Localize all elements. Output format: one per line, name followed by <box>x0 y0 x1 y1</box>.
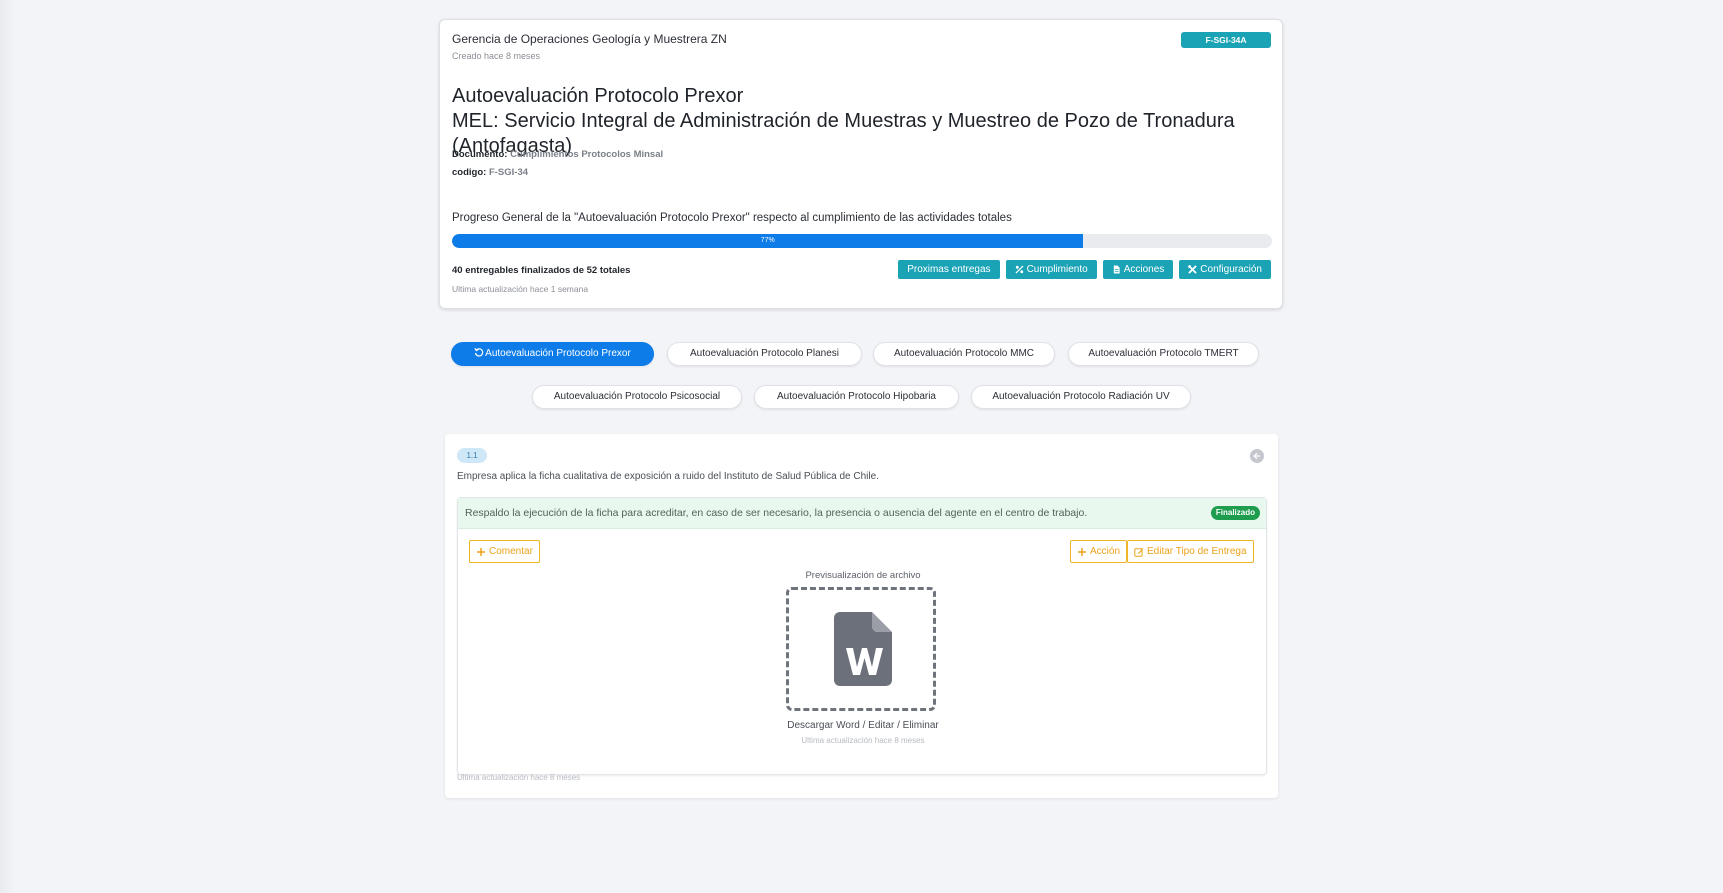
preview-label: Previsualización de archivo <box>805 570 921 581</box>
deliverable-header: Respaldo la ejecución de la ficha para a… <box>458 498 1266 529</box>
cumplimiento-label: Cumplimiento <box>1026 264 1088 275</box>
comment-label: Comentar <box>489 546 533 557</box>
configuracion-label: Configuración <box>1200 264 1262 275</box>
code-badge: F-SGI-34A <box>1181 32 1271 48</box>
tab-hipobaria[interactable]: Autoevaluación Protocolo Hipobaria <box>754 385 959 409</box>
tab-label: Autoevaluación Protocolo Prexor <box>485 348 631 359</box>
item-last-updated: Ultima actualización hace 8 meses <box>457 773 581 782</box>
deliverable-item-card: 1.1 Empresa aplica la ficha cualitativa … <box>445 434 1278 798</box>
title-line-1: Autoevaluación Protocolo Prexor <box>452 85 744 107</box>
edit-delivery-type-button[interactable]: Editar Tipo de Entrega <box>1127 540 1254 563</box>
org-name: Gerencia de Operaciones Geología y Muest… <box>452 32 727 46</box>
tab-mmc[interactable]: Autoevaluación Protocolo MMC <box>873 342 1055 366</box>
codigo-line: codigo: F-SGI-34 <box>452 167 528 178</box>
action-label: Acción <box>1090 546 1121 557</box>
progress-bar: 77% <box>452 234 1272 248</box>
plus-icon <box>1078 547 1086 556</box>
tab-label: Autoevaluación Protocolo Hipobaria <box>777 391 936 402</box>
tab-label: Autoevaluación Protocolo Planesi <box>690 348 839 359</box>
acciones-label: Acciones <box>1123 264 1165 275</box>
documento-line: Documento: Cumplimientos Protocolos Mins… <box>452 149 663 160</box>
item-number-badge: 1.1 <box>457 448 487 463</box>
back-button[interactable] <box>1250 449 1264 463</box>
word-file-icon <box>834 612 892 686</box>
comment-button[interactable]: Comentar <box>469 540 540 563</box>
edit-icon <box>1134 547 1144 557</box>
proximas-entregas-button[interactable]: Proximas entregas <box>898 260 1000 279</box>
download-edit-delete-link[interactable]: Descargar Word / Editar / Eliminar <box>458 720 1268 731</box>
file-icon <box>1113 265 1120 274</box>
plus-icon <box>477 547 485 556</box>
tab-label: Autoevaluación Protocolo MMC <box>893 348 1035 359</box>
status-badge: Finalizado <box>1210 506 1260 520</box>
deliverables-count: 40 entregables finalizados de 52 totales <box>452 265 631 276</box>
protocol-header-card: Gerencia de Operaciones Geología y Muest… <box>439 19 1283 309</box>
created-time: Creado hace 8 meses <box>452 51 541 61</box>
tab-tmert[interactable]: Autoevaluación Protocolo TMERT <box>1068 342 1259 366</box>
last-updated: Ultima actualización hace 1 semana <box>452 284 589 294</box>
deliverable-text: Respaldo la ejecución de la ficha para a… <box>465 507 1088 519</box>
tools-icon <box>1188 265 1198 274</box>
tab-prexor[interactable]: Autoevaluación Protocolo Prexor <box>451 342 654 366</box>
tab-psicosocial[interactable]: Autoevaluación Protocolo Psicosocial <box>532 385 742 409</box>
tab-label: Autoevaluación Protocolo TMERT <box>1088 348 1239 359</box>
edit-label: Editar Tipo de Entrega <box>1147 546 1247 557</box>
tab-label: Autoevaluación Protocolo Psicosocial <box>553 391 721 402</box>
tab-planesi[interactable]: Autoevaluación Protocolo Planesi <box>667 342 862 366</box>
tab-radiacion-uv[interactable]: Autoevaluación Protocolo Radiación UV <box>971 385 1191 409</box>
proximas-label: Proximas entregas <box>907 264 991 275</box>
page-title: Autoevaluación Protocolo Prexor MEL: Ser… <box>452 84 1252 159</box>
documento-value[interactable]: Cumplimientos Protocolos Minsal <box>510 149 663 160</box>
arrow-left-icon <box>1253 452 1260 460</box>
file-preview[interactable] <box>786 587 936 711</box>
file-last-updated: Ultima actualización hace 8 meses <box>801 736 925 745</box>
codigo-value: F-SGI-34 <box>488 167 529 178</box>
progress-description: Progreso General de la "Autoevaluación P… <box>452 212 1012 224</box>
cumplimiento-button[interactable]: Cumplimiento <box>1005 260 1097 279</box>
configuracion-button[interactable]: Configuración <box>1179 260 1271 279</box>
acciones-button[interactable]: Acciones <box>1102 260 1174 279</box>
left-edge-shade <box>0 0 14 893</box>
percent-icon <box>1015 265 1024 274</box>
tab-label: Autoevaluación Protocolo Radiación UV <box>992 391 1170 402</box>
codigo-label: codigo: <box>452 167 487 178</box>
refresh-icon <box>474 347 484 357</box>
action-button[interactable]: Acción <box>1070 540 1128 563</box>
item-description: Empresa aplica la ficha cualitativa de e… <box>457 471 879 482</box>
progress-fill: 77% <box>452 234 1084 248</box>
deliverable-detail: Respaldo la ejecución de la ficha para a… <box>457 497 1267 775</box>
header-actions: Proximas entregas Cumplimiento Acciones … <box>898 260 1271 279</box>
documento-label: Documento: <box>452 149 508 160</box>
